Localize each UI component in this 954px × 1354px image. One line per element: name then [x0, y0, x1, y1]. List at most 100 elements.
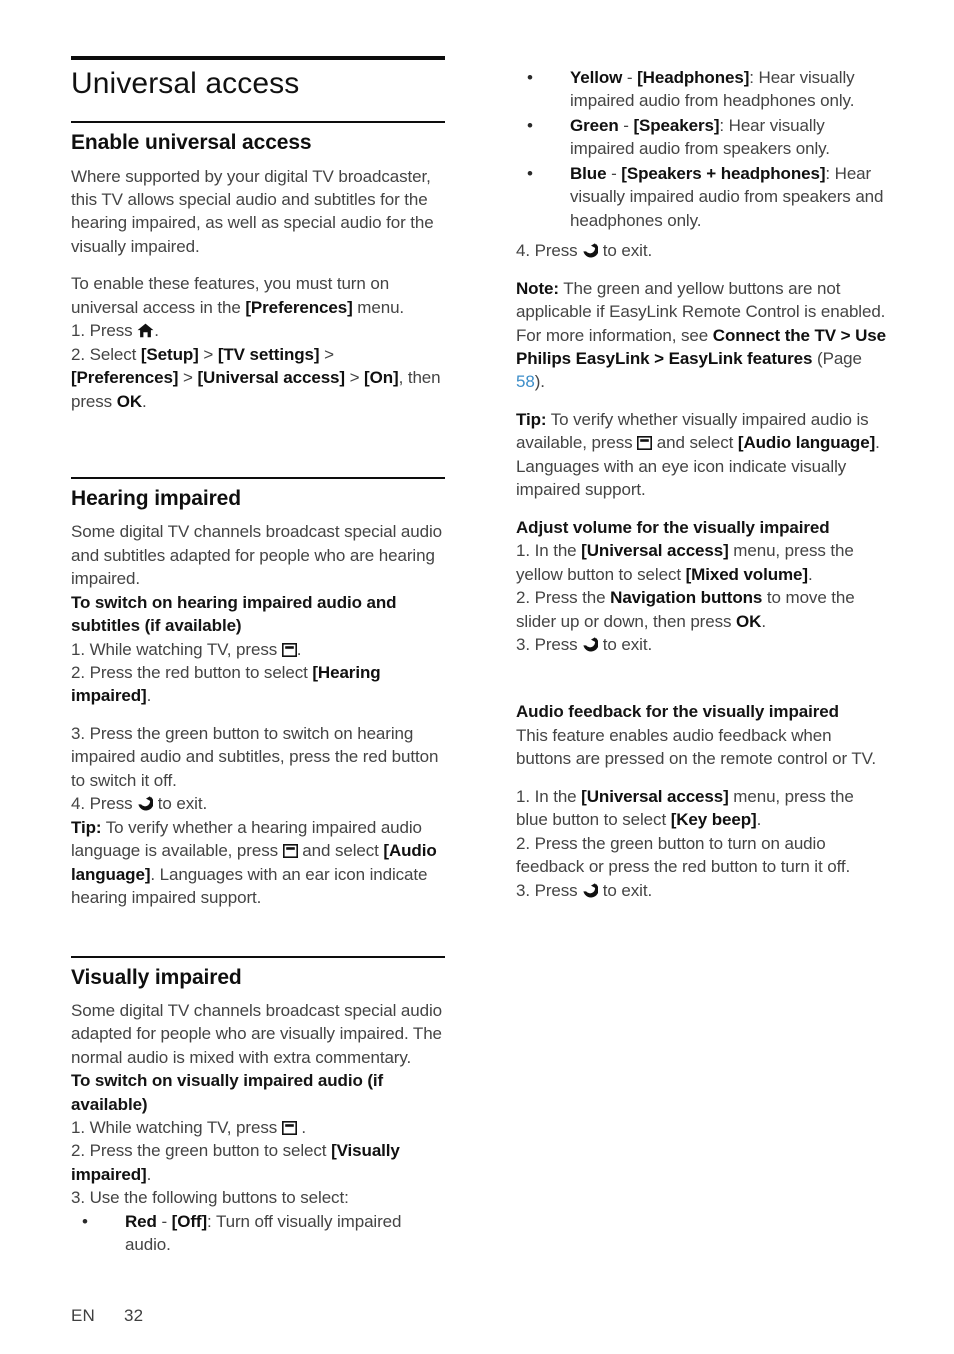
spacer-before-feedback: [516, 656, 890, 700]
spacer-hearing-step3: [71, 708, 445, 722]
step-feedback-1: 1. In the [Universal access] menu, press…: [516, 785, 890, 832]
text-tip-hearing-b: and select: [297, 841, 384, 861]
sep-2: >: [319, 344, 334, 364]
menu-token-tv-settings: [TV settings]: [217, 344, 320, 364]
section-rule-hearing-impaired: [71, 477, 445, 480]
text-hearing-step4-b: to exit.: [153, 794, 208, 814]
key-token-ok: OK: [116, 391, 143, 411]
list-item: • Blue - [Speakers + headphones]: Hear vi…: [516, 162, 890, 232]
text-visually-step2-c: .: [146, 1164, 152, 1184]
spacer-after-enable: [71, 413, 445, 457]
color-key-red: Red: [125, 1211, 157, 1231]
page-footer: EN 32: [71, 1306, 143, 1326]
menu-token-audio-language-2: [Audio language]: [737, 433, 876, 453]
text-feedback-step1-e: .: [756, 810, 762, 830]
paragraph-feedback-intro: This feature enables audio feedback when…: [516, 725, 876, 769]
section-rule-visually-impaired: [71, 955, 445, 958]
menu-token-setup: [Setup]: [140, 344, 199, 364]
spacer-after-hearing: [71, 910, 445, 936]
bullet-dot-icon: •: [82, 1211, 88, 1231]
text-step2-m: .: [142, 391, 147, 411]
tip-label-visually: Tip:: [516, 409, 547, 429]
list-item: • Green - [Speakers]: Hear visually impai…: [516, 114, 890, 161]
step-enable-2: 2. Select [Setup] > [TV settings] > [Pre…: [71, 343, 445, 413]
text-hearing-step4-a: 4. Press: [71, 794, 138, 814]
tip-label-hearing: Tip:: [71, 817, 102, 837]
page-title: Universal access: [71, 67, 300, 100]
step-hearing-4: 4. Press to exit.: [71, 792, 445, 815]
home-icon: [137, 323, 154, 338]
section-heading-enable-universal-access: Enable universal access: [71, 131, 312, 155]
text-step2-a: 2. Select: [71, 344, 141, 364]
step-right-4: 4. Press to exit.: [516, 239, 890, 262]
footer-page-number: 32: [124, 1306, 144, 1325]
footer-language: EN: [71, 1306, 96, 1325]
sep-3: >: [178, 368, 198, 388]
color-key-green: Green: [570, 115, 619, 135]
subheading-switch-on-hearing: To switch on hearing impaired audio and …: [71, 592, 397, 636]
text-visually-step2-a: 2. Press the green button to select: [71, 1141, 332, 1161]
menu-token-key-beep: [Key beep]: [670, 810, 757, 830]
subheading-adjust-volume: Adjust volume for the visually impaired: [516, 517, 830, 537]
options-icon: [281, 642, 297, 657]
spacer-before-note: [516, 263, 890, 277]
dash-green: -: [618, 115, 634, 135]
paragraph-enable-turn-on: To enable these features, you must turn …: [71, 272, 445, 319]
menu-token-speakers-headphones: [Speakers + headphones]: [621, 163, 826, 183]
bullet-list-visually-right: • Yellow - [Headphones]: Hear visually im…: [516, 66, 890, 232]
section-heading-hearing-impaired: Hearing impaired: [71, 487, 241, 511]
text-adjust-step1-a: 1. In the: [516, 541, 582, 561]
text-adjust-step1-e: .: [807, 564, 813, 584]
text-adjust-step2-e: .: [761, 611, 766, 631]
text-right-step4-a: 4. Press: [516, 241, 583, 261]
menu-token-mixed-volume: [Mixed volume]: [685, 564, 808, 584]
list-item: • Red - [Off]: Turn off visually impaired…: [71, 1210, 445, 1257]
sep-1: >: [198, 344, 218, 364]
menu-token-speakers: [Speakers]: [633, 115, 720, 135]
step-adjust-1: 1. In the [Universal access] menu, press…: [516, 539, 890, 586]
text-note-d: ).: [534, 372, 545, 392]
text-step1-b: .: [154, 321, 159, 341]
bullet-dot-icon: •: [527, 68, 533, 87]
spacer-feedback-steps: [516, 771, 890, 785]
step-visually-1: 1. While watching TV, press .: [71, 1116, 445, 1139]
text-adjust-step3-b: to exit.: [598, 634, 653, 654]
dash-red: -: [156, 1211, 172, 1231]
note-block: Note: The green and yellow buttons are n…: [516, 277, 890, 394]
menu-token-preferences: [Preferences]: [245, 297, 353, 317]
dash-yellow: -: [622, 68, 638, 87]
dash-blue: -: [606, 163, 622, 183]
paragraph-enable-intro: Where supported by your digital TV broad…: [71, 166, 434, 256]
left-column: Universal access Enable universal access…: [71, 56, 445, 1258]
step-hearing-1: 1. While watching TV, press .: [71, 638, 445, 661]
spacer-before-tip-right: [516, 394, 890, 408]
step-feedback-2: 2. Press the green button to turn on aud…: [516, 833, 851, 877]
right-column: • Yellow - [Headphones]: Hear visually im…: [516, 66, 890, 902]
sep-4: >: [344, 368, 365, 388]
page-link-58[interactable]: 58: [516, 372, 535, 391]
text-hearing-step1-a: 1. While watching TV, press: [71, 639, 282, 659]
text-hearing-step2-c: .: [146, 686, 152, 706]
text-step1-a: 1. Press: [71, 321, 138, 341]
menu-token-preferences-2: [Preferences]: [71, 368, 179, 388]
text-hearing-step2-a: 2. Press the red button to select: [71, 663, 313, 683]
paragraph-visually-intro: Some digital TV channels broadcast speci…: [71, 1000, 443, 1067]
tip-visually: Tip: To verify whether visually impaired…: [516, 408, 890, 502]
options-icon: [637, 436, 653, 451]
subheading-switch-on-visually: To switch on visually impaired audio (if…: [71, 1071, 384, 1114]
key-token-ok-2: OK: [736, 611, 762, 631]
back-icon: [582, 637, 599, 652]
note-label: Note:: [516, 278, 559, 298]
text-feedback-step1-a: 1. In the: [516, 786, 582, 806]
paragraph-hearing-intro: Some digital TV channels broadcast speci…: [71, 522, 443, 589]
menu-token-on: [On]: [364, 368, 399, 388]
subheading-audio-feedback: Audio feedback for the visually impaired: [516, 702, 839, 722]
bullet-dot-icon: •: [527, 115, 533, 135]
back-icon: [582, 882, 599, 898]
step-visually-2: 2. Press the green button to select [Vis…: [71, 1139, 445, 1186]
menu-token-universal-access-2: [Universal access]: [581, 541, 729, 561]
step-feedback-3: 3. Press to exit.: [516, 879, 890, 902]
tip-hearing: Tip: To verify whether a hearing impaire…: [71, 816, 445, 910]
step-adjust-3: 3. Press to exit.: [516, 633, 890, 656]
text-feedback-step3-a: 3. Press: [516, 880, 583, 900]
